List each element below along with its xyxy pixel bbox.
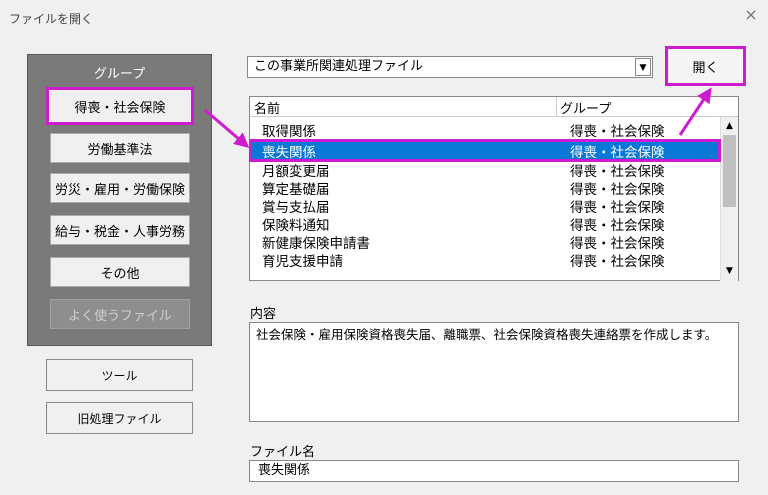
annotation-arrows [204, 87, 712, 148]
arrow-to-list-icon [204, 108, 250, 148]
arrow-to-open-icon [678, 87, 712, 136]
